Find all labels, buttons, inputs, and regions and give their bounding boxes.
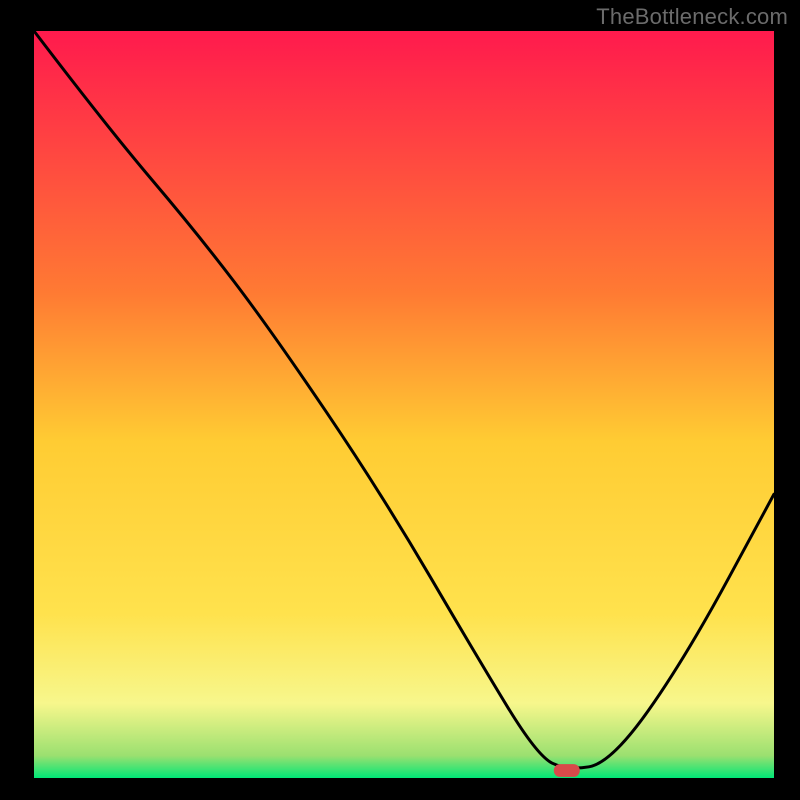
optimal-marker	[554, 764, 580, 777]
chart-frame: TheBottleneck.com	[0, 0, 800, 800]
bottleneck-chart	[0, 0, 800, 800]
watermark-text: TheBottleneck.com	[596, 4, 788, 30]
gradient-background	[34, 31, 774, 778]
